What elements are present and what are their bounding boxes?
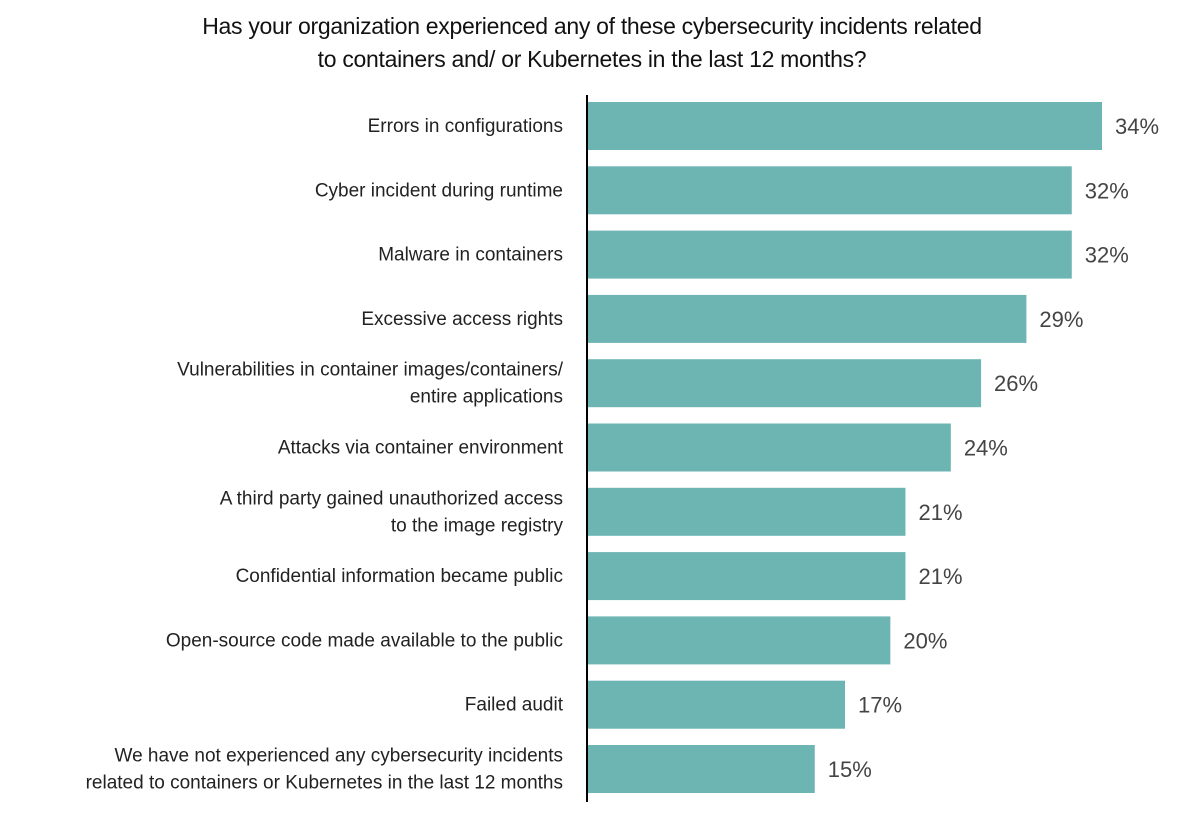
value-label: 34%	[1115, 114, 1159, 139]
bar	[588, 423, 951, 472]
value-label: 29%	[1039, 307, 1083, 332]
value-label: 15%	[828, 757, 872, 782]
bar	[588, 230, 1072, 279]
value-label: 17%	[858, 693, 902, 718]
bar	[588, 552, 906, 601]
category-label-line: Open-source code made available to the p…	[166, 630, 563, 651]
category-label: Attacks via container environment	[278, 438, 564, 459]
category-label: Open-source code made available to the p…	[166, 630, 563, 651]
bar	[588, 616, 891, 665]
category-label-line: We have not experienced any cybersecurit…	[114, 746, 563, 767]
category-label: A third party gained unauthorized access…	[220, 488, 564, 536]
bar-chart: Errors in configurations Cyber incident d…	[86, 95, 1159, 802]
category-label: Confidential information became public	[236, 566, 563, 587]
bar	[588, 102, 1102, 150]
value-label: 32%	[1085, 178, 1129, 203]
category-label: Excessive access rights	[361, 309, 563, 330]
bar	[588, 359, 982, 408]
category-label-line: entire applications	[410, 387, 563, 408]
category-label: Cyber incident during runtime	[315, 180, 563, 201]
bar	[588, 166, 1072, 215]
category-labels-group: Errors in configurations Cyber incident d…	[86, 116, 564, 794]
bar	[588, 680, 845, 729]
category-label-line: Malware in containers	[378, 245, 563, 266]
category-label-line: Vulnerabilities in container images/cont…	[177, 360, 564, 381]
bars-group	[588, 102, 1102, 793]
value-label: 24%	[964, 436, 1008, 461]
value-label: 20%	[903, 628, 947, 653]
category-label-line: Excessive access rights	[361, 309, 563, 330]
bar	[588, 745, 815, 793]
value-label: 21%	[918, 564, 962, 589]
category-label-line: Errors in configurations	[368, 116, 563, 137]
value-label: 21%	[918, 500, 962, 525]
category-label: Failed audit	[465, 695, 564, 716]
category-label-line: A third party gained unauthorized access	[220, 488, 563, 509]
bar	[588, 487, 906, 536]
category-label-line: Confidential information became public	[236, 566, 563, 587]
value-label: 32%	[1085, 243, 1129, 268]
category-label: Vulnerabilities in container images/cont…	[177, 360, 564, 408]
category-label-line: to the image registry	[391, 515, 564, 536]
category-label-line: Failed audit	[465, 695, 564, 716]
category-label: Errors in configurations	[368, 116, 563, 137]
category-label-line: Attacks via container environment	[278, 438, 564, 459]
value-label: 26%	[994, 371, 1038, 396]
category-label: Malware in containers	[378, 245, 563, 266]
category-label: We have not experienced any cybersecurit…	[86, 746, 563, 794]
bar	[588, 294, 1027, 343]
category-label-line: related to containers or Kubernetes in t…	[86, 773, 563, 794]
category-label-line: Cyber incident during runtime	[315, 180, 563, 201]
